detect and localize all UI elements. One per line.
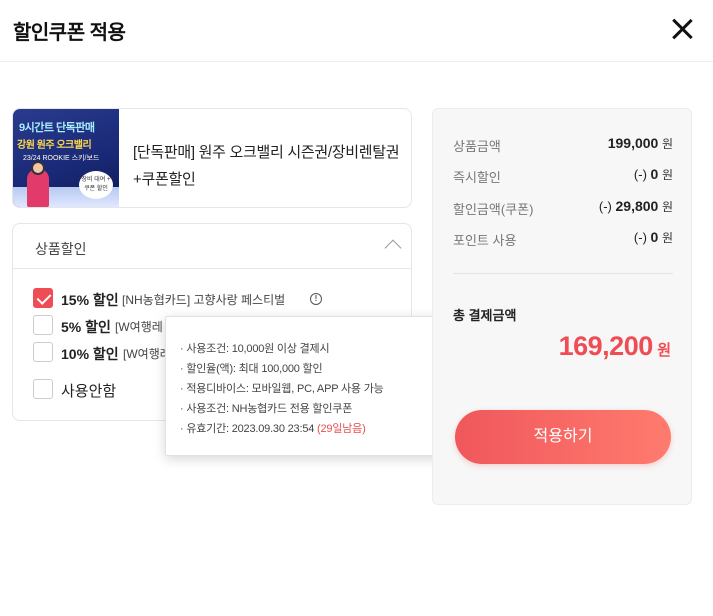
summary-label: 할인금액(쿠폰)	[453, 202, 534, 217]
summary-value: (-) 29,800 원	[598, 198, 673, 214]
product-thumbnail: 9시간트 단독판매 강원 원주 오크밸리 23/24 ROOKIE 스키/보드 …	[13, 109, 119, 207]
summary-value: (-) 0 원	[633, 229, 673, 245]
product-name: [단독판매] 원주 오크밸리 시즌권/장비렌탈권+쿠폰할인	[133, 144, 400, 188]
chevron-up-icon[interactable]	[384, 239, 402, 257]
info-icon[interactable]: !	[310, 293, 322, 305]
modal-title: 할인쿠폰 적용	[13, 22, 126, 44]
tooltip-line: · 사용조건: 10,000원 이상 결제시	[180, 343, 330, 355]
summary-value: 199,000 원	[607, 135, 673, 151]
coupon-percent: 5% 할인	[61, 319, 111, 335]
tooltip-line: · 사용조건: NH농협카드 전용 할인쿠폰	[180, 403, 353, 415]
checkbox[interactable]	[33, 315, 53, 335]
coupon-option-none[interactable]: 사용안함	[33, 379, 143, 401]
summary-label: 상품금액	[453, 139, 501, 154]
thumb-text-1: 9시간트 단독판매	[19, 122, 95, 134]
summary-row-coupon: 할인금액(쿠폰) (-) 29,800 원	[453, 197, 673, 217]
checkbox[interactable]	[33, 379, 53, 399]
payment-summary: 상품금액 199,000 원 즉시할인 (-) 0 원 할인금액(쿠폰) (-)…	[432, 108, 692, 505]
coupon-option-15[interactable]: 15% 할인 [NH농협카드] 고향사랑 페스티벌 !	[33, 288, 333, 310]
thumb-text-2: 강원 원주 오크밸리	[17, 140, 92, 151]
coupon-percent: 15% 할인	[61, 292, 119, 308]
total-label: 총 결제금액	[453, 308, 517, 323]
thumb-badge: 장비 대여 + 쿠폰 할인	[79, 171, 113, 199]
validity-text: · 유효기간: 2023.09.30 23:54	[180, 423, 318, 435]
summary-value: (-) 0 원	[633, 166, 673, 182]
tooltip-line: · 할인율(액): 최대 100,000 할인	[180, 363, 323, 375]
coupon-desc: [W여행레	[115, 320, 163, 334]
summary-label: 즉시할인	[453, 170, 501, 185]
summary-divider	[453, 273, 673, 274]
summary-label: 포인트 사용	[453, 233, 517, 248]
tooltip-validity: · 유효기간: 2023.09.30 23:54 (29일남음)	[180, 420, 366, 436]
summary-row-price: 상품금액 199,000 원	[453, 134, 673, 154]
coupon-desc: [NH농협카드] 고향사랑 페스티벌	[122, 293, 286, 307]
coupon-info-tooltip: · 사용조건: 10,000원 이상 결제시 · 할인율(액): 최대 100,…	[165, 316, 463, 456]
remaining-days: (29일남음)	[317, 423, 366, 435]
no-coupon-label: 사용안함	[61, 383, 117, 400]
total-amount: 169,200 원	[558, 331, 671, 361]
checkbox[interactable]	[33, 342, 53, 362]
close-icon[interactable]	[668, 15, 696, 43]
coupon-percent: 10% 할인	[61, 346, 119, 362]
thumb-skier-head	[31, 161, 45, 175]
coupon-section-label: 상품할인	[35, 241, 87, 257]
coupon-option-5[interactable]: 5% 할인 [W여행레	[33, 315, 166, 337]
coupon-section-header[interactable]: 상품할인	[13, 224, 411, 269]
apply-button[interactable]: 적용하기	[455, 410, 671, 464]
summary-row-points: 포인트 사용 (-) 0 원	[453, 228, 673, 248]
tooltip-line: · 적용디바이스: 모바일웹, PC, APP 사용 가능	[180, 383, 384, 395]
coupon-desc: [W여행레	[123, 347, 171, 361]
modal-header: 할인쿠폰 적용	[0, 0, 713, 62]
coupon-option-10[interactable]: 10% 할인 [W여행레	[33, 342, 171, 364]
summary-row-instant: 즉시할인 (-) 0 원	[453, 165, 673, 185]
product-card: 9시간트 단독판매 강원 원주 오크밸리 23/24 ROOKIE 스키/보드 …	[12, 108, 412, 208]
checkbox-checked[interactable]	[33, 288, 53, 308]
